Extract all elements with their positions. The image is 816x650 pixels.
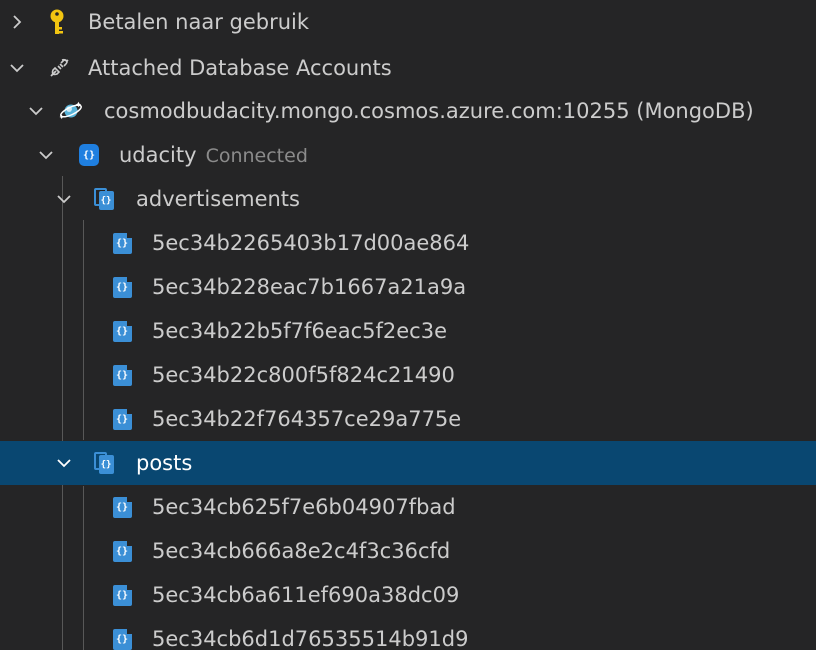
document-icon: {} <box>109 221 135 265</box>
tree-item-label: 5ec34cb666a8e2c4f3c36cfd <box>152 539 451 563</box>
tree-item-document[interactable]: {} 5ec34b22b5f7f6eac5f2ec3e <box>0 309 816 353</box>
tree-item-label: udacity Connected <box>119 133 308 177</box>
document-icon: {} <box>109 353 135 397</box>
tree-item-document[interactable]: {} 5ec34cb666a8e2c4f3c36cfd <box>0 529 816 573</box>
document-icon: {} <box>109 485 135 529</box>
document-icon: {} <box>109 309 135 353</box>
tree-item-label: 5ec34b22b5f7f6eac5f2ec3e <box>152 319 447 343</box>
tree-item-label: advertisements <box>136 187 300 211</box>
tree-item-document[interactable]: {} 5ec34b228eac7b1667a21a9a <box>0 265 816 309</box>
tree-item-document[interactable]: {} 5ec34b22c800f5f824c21490 <box>0 353 816 397</box>
chevron-down-icon[interactable] <box>52 177 76 221</box>
tree-item-label: cosmodbudacity.mongo.cosmos.azure.com:10… <box>104 99 754 123</box>
chevron-down-icon[interactable] <box>34 133 58 177</box>
tree-item-label: 5ec34cb6d1d76535514b91d9 <box>152 627 469 650</box>
database-explorer-tree: Betalen naar gebruik Attached Database A… <box>0 0 816 650</box>
tree-item-label: Attached Database Accounts <box>88 56 392 80</box>
tree-item-subscription[interactable]: Betalen naar gebruik <box>0 0 816 44</box>
tree-item-document[interactable]: {} 5ec34cb6a611ef690a38dc09 <box>0 573 816 617</box>
cosmos-db-icon <box>58 89 84 133</box>
tree-item-label: posts <box>136 451 193 475</box>
database-icon: {} <box>76 133 102 177</box>
tree-item-collection-advertisements[interactable]: {} advertisements <box>0 177 816 221</box>
plug-icon <box>46 46 72 90</box>
tree-item-label: 5ec34b2265403b17d00ae864 <box>152 231 470 255</box>
tree-item-attached-database-accounts[interactable]: Attached Database Accounts <box>0 46 816 90</box>
tree-item-label: Betalen naar gebruik <box>88 10 310 34</box>
tree-item-document[interactable]: {} 5ec34cb6d1d76535514b91d9 <box>0 617 816 650</box>
collection-icon: {} <box>91 441 117 485</box>
tree-item-document[interactable]: {} 5ec34b22f764357ce29a775e <box>0 397 816 441</box>
tree-item-collection-posts[interactable]: {} posts <box>0 441 816 485</box>
tree-item-label: 5ec34b22f764357ce29a775e <box>152 407 462 431</box>
collection-icon: {} <box>91 177 117 221</box>
chevron-right-icon[interactable] <box>5 0 29 44</box>
chevron-down-icon[interactable] <box>52 441 76 485</box>
document-icon: {} <box>109 265 135 309</box>
tree-item-label: 5ec34cb625f7e6b04907fbad <box>152 495 456 519</box>
chevron-down-icon[interactable] <box>5 46 29 90</box>
tree-item-label: 5ec34cb6a611ef690a38dc09 <box>152 583 460 607</box>
tree-item-document[interactable]: {} 5ec34b2265403b17d00ae864 <box>0 221 816 265</box>
tree-item-document[interactable]: {} 5ec34cb625f7e6b04907fbad <box>0 485 816 529</box>
key-icon <box>44 0 70 44</box>
connection-status: Connected <box>205 145 308 167</box>
document-icon: {} <box>109 529 135 573</box>
database-name: udacity <box>119 143 197 167</box>
tree-item-cosmos-account[interactable]: cosmodbudacity.mongo.cosmos.azure.com:10… <box>0 89 816 133</box>
tree-item-label: 5ec34b22c800f5f824c21490 <box>152 363 455 387</box>
document-icon: {} <box>109 573 135 617</box>
chevron-down-icon[interactable] <box>24 89 48 133</box>
tree-item-label: 5ec34b228eac7b1667a21a9a <box>152 275 467 299</box>
tree-item-database[interactable]: {} udacity Connected <box>0 133 816 177</box>
document-icon: {} <box>109 397 135 441</box>
document-icon: {} <box>109 617 135 650</box>
